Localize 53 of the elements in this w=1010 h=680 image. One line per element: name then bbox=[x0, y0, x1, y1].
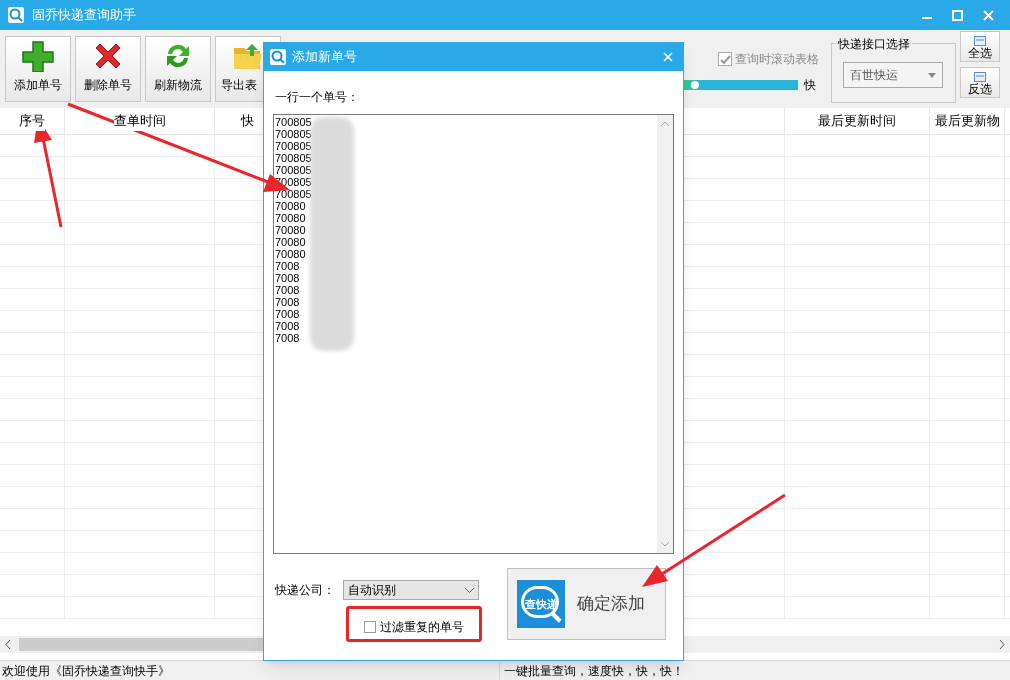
app-logo-icon bbox=[270, 49, 286, 65]
tracking-number: 700805 bbox=[275, 140, 312, 152]
tracking-number: 7008 bbox=[275, 308, 301, 320]
dropdown-caret-icon bbox=[928, 72, 936, 78]
scroll-right-icon[interactable] bbox=[999, 640, 1005, 649]
company-label: 快递公司： bbox=[275, 582, 336, 599]
tracking-number: 700805 bbox=[275, 164, 312, 176]
tracking-number: 700805 bbox=[275, 128, 312, 140]
tracking-number: 70080 bbox=[275, 212, 307, 224]
tracking-number: 70080 bbox=[275, 248, 307, 260]
tracking-number: 7008 bbox=[275, 260, 301, 272]
toolbar-button[interactable]: 添加单号 bbox=[5, 36, 71, 102]
chevron-down-icon bbox=[465, 587, 474, 593]
plus-icon bbox=[21, 40, 55, 72]
tracking-number: 7008 bbox=[275, 296, 301, 308]
tracking-number: 70080 bbox=[275, 200, 307, 212]
scroll-up-icon[interactable] bbox=[661, 121, 669, 126]
list-icon bbox=[974, 72, 986, 82]
tracking-number: 70080 bbox=[275, 224, 307, 236]
group-title: 快递接口选择 bbox=[836, 35, 912, 53]
dialog-title: 添加新单号 bbox=[292, 48, 357, 67]
tracking-number: 700805 bbox=[275, 152, 312, 164]
window-title: 固乔快递查询助手 bbox=[32, 6, 136, 25]
maximize-icon[interactable] bbox=[952, 9, 963, 21]
tracking-number: 7008 bbox=[275, 320, 301, 332]
speed-slider[interactable] bbox=[683, 80, 798, 90]
tracking-number: 7008 bbox=[275, 332, 301, 344]
scroll-down-icon[interactable] bbox=[661, 542, 669, 547]
tracking-number: 700805 bbox=[275, 116, 312, 128]
checkmark-icon bbox=[719, 53, 731, 65]
select-button[interactable]: 全选 bbox=[960, 31, 1000, 62]
speed-label: 快 bbox=[804, 77, 816, 94]
close-icon[interactable] bbox=[663, 52, 673, 62]
toolbar-button[interactable]: 删除单号 bbox=[75, 36, 141, 102]
filter-duplicates-checkbox[interactable]: 过滤重复的单号 bbox=[364, 618, 464, 636]
scroll-left-icon[interactable] bbox=[5, 640, 11, 649]
list-icon bbox=[974, 36, 986, 46]
api-dropdown[interactable]: 百世快运 bbox=[843, 62, 943, 88]
select-button[interactable]: 反选 bbox=[960, 67, 1000, 98]
tracking-number: 7008 bbox=[275, 272, 301, 284]
folder-icon bbox=[232, 42, 264, 72]
column-header[interactable]: 序号 bbox=[19, 111, 45, 131]
tracking-number: 70080 bbox=[275, 236, 307, 248]
company-select[interactable]: 自动识别 bbox=[343, 580, 479, 600]
tracking-number: 7008 bbox=[275, 284, 301, 296]
app-logo-icon bbox=[8, 7, 24, 23]
vertical-scrollbar[interactable] bbox=[657, 115, 673, 553]
toolbar-button[interactable]: 刷新物流 bbox=[145, 36, 211, 102]
tracking-number: 700805 bbox=[275, 188, 312, 200]
column-header[interactable]: 查单时间 bbox=[113, 111, 166, 131]
status-text: 一键批量查询，速度快，快，快！ bbox=[503, 662, 684, 680]
slider-thumb[interactable] bbox=[690, 81, 699, 89]
close-icon[interactable] bbox=[983, 9, 994, 21]
